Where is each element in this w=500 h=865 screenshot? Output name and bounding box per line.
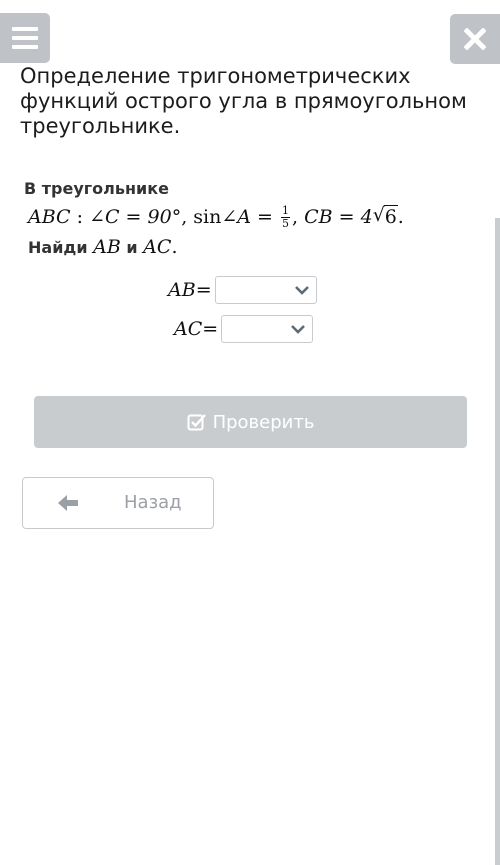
sqrt-icon: √ xyxy=(372,204,385,226)
task-and: и xyxy=(126,238,138,257)
task-ab: AB xyxy=(93,236,121,258)
task-statement: Найди AB и AC. xyxy=(28,236,177,258)
menu-bar-icon xyxy=(12,27,38,31)
menu-button[interactable] xyxy=(0,13,50,63)
task-ac: AC xyxy=(143,236,172,258)
checkbox-check-icon xyxy=(187,414,206,431)
fraction: 1 5 xyxy=(281,203,291,230)
back-button[interactable]: Назад xyxy=(22,477,214,529)
answer-row-ab: AB = xyxy=(168,276,317,304)
check-button-label: Проверить xyxy=(212,411,315,433)
fraction-denominator: 5 xyxy=(282,216,290,230)
check-button[interactable]: Проверить xyxy=(34,396,467,448)
close-icon xyxy=(464,28,486,50)
answer-dropdown-ab[interactable] xyxy=(214,276,317,304)
formula-comma: , xyxy=(292,206,305,228)
menu-bar-icon xyxy=(12,45,38,49)
answer-label-ab: AB xyxy=(168,279,196,301)
answer-equals: = xyxy=(195,279,212,301)
close-button[interactable] xyxy=(450,14,500,64)
answer-equals: = xyxy=(202,318,219,340)
back-button-label: Назад xyxy=(124,492,182,513)
triangle-label: ABC xyxy=(28,206,71,228)
sin-angle-a: ∠A = xyxy=(221,206,280,228)
scrollbar[interactable] xyxy=(495,218,500,865)
menu-bar-icon xyxy=(12,36,38,40)
angle-c-value: ∠C = 90° xyxy=(89,206,182,228)
chevron-down-icon xyxy=(294,286,309,295)
fraction-numerator: 1 xyxy=(281,203,291,218)
sqrt-radicand: 6 xyxy=(383,205,398,228)
task-period: . xyxy=(171,236,178,258)
arrow-left-icon xyxy=(58,495,78,511)
problem-intro: В треугольнике xyxy=(24,179,169,198)
formula-comma: , xyxy=(181,206,194,228)
chevron-down-icon xyxy=(291,325,306,334)
answer-row-ac: AC = xyxy=(174,315,314,343)
page-title: Определение тригонометрических функций о… xyxy=(20,64,467,138)
formula-colon: : xyxy=(70,206,90,228)
answer-dropdown-ac[interactable] xyxy=(221,315,314,343)
sin-function: sin xyxy=(193,206,222,228)
cb-label: CB = 4 xyxy=(304,206,373,228)
problem-formula: ABC : ∠C = 90° , sin ∠A = 1 5 , CB = 4 √… xyxy=(28,200,404,234)
formula-period: . xyxy=(397,206,404,228)
answer-label-ac: AC xyxy=(174,318,203,340)
sqrt-expression: √ 6 xyxy=(372,204,398,228)
task-prefix: Найди xyxy=(28,238,88,257)
